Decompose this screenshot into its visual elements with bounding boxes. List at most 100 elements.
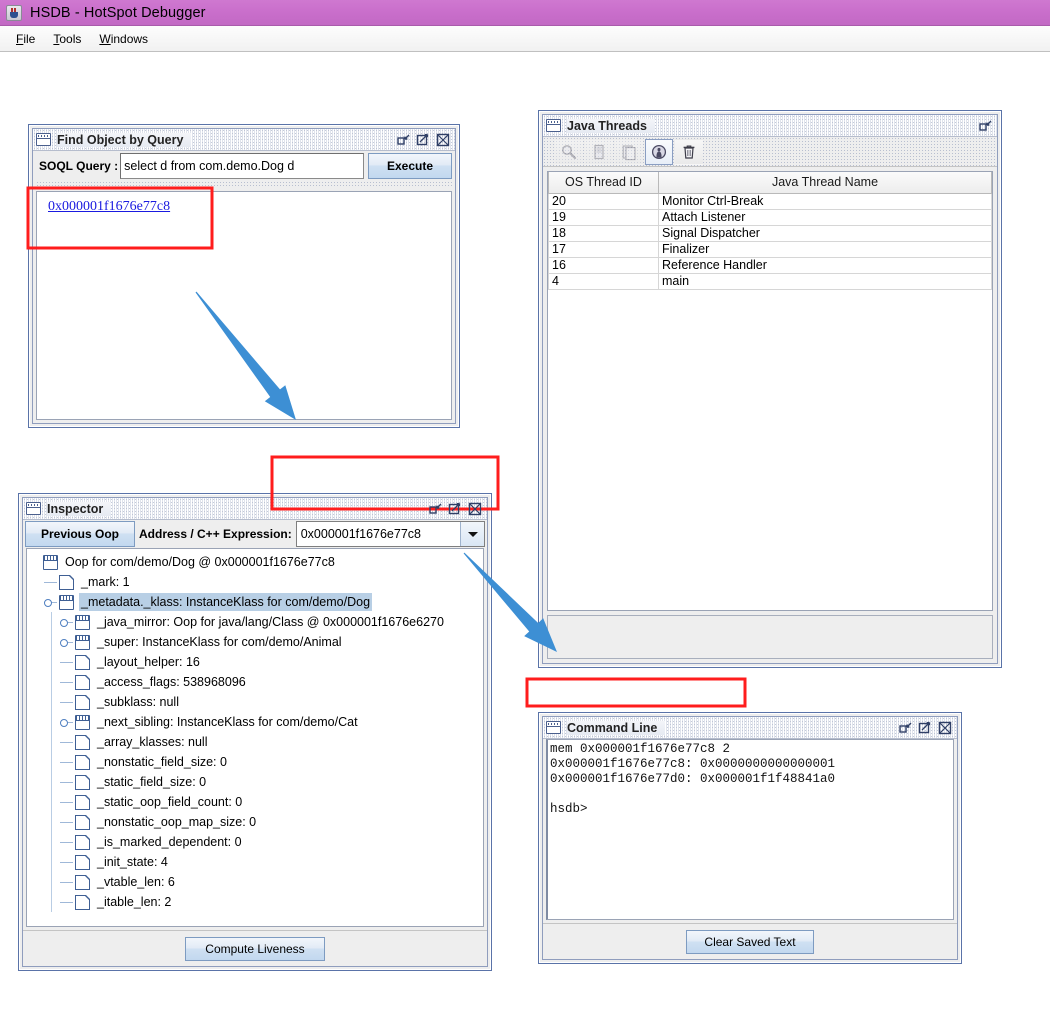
tree-row[interactable]: _super: InstanceKlass for com/demo/Anima… <box>27 632 483 652</box>
search-icon[interactable] <box>555 139 583 165</box>
tree-row[interactable]: _static_field_size: 0 <box>27 772 483 792</box>
cell-java-thread-name: Attach Listener <box>659 209 992 225</box>
tree-row-label: Oop for com/demo/Dog @ 0x000001f1676e77c… <box>63 553 337 571</box>
soql-query-input[interactable] <box>120 153 364 179</box>
tree-row[interactable]: _init_state: 4 <box>27 852 483 872</box>
tree-row[interactable]: _metadata._klass: InstanceKlass for com/… <box>27 592 483 612</box>
tree-indent <box>27 732 43 752</box>
table-row[interactable]: 16Reference Handler <box>549 257 992 273</box>
minimize-icon[interactable] <box>428 501 443 516</box>
tree-connector-icon[interactable] <box>27 552 43 572</box>
tree-row[interactable]: _nonstatic_field_size: 0 <box>27 752 483 772</box>
tree-connector-icon <box>59 872 75 892</box>
single-page-icon[interactable] <box>585 139 613 165</box>
table-row[interactable]: 19Attach Listener <box>549 209 992 225</box>
tree-row[interactable]: _access_flags: 538968096 <box>27 672 483 692</box>
tree-row-label: _array_klasses: null <box>95 733 209 751</box>
tree-folder-icon <box>75 635 90 650</box>
table-row[interactable]: 20Monitor Ctrl-Break <box>549 193 992 209</box>
window-java-threads[interactable]: Java Threads <box>538 110 1002 668</box>
tree-row[interactable]: _java_mirror: Oop for java/lang/Class @ … <box>27 612 483 632</box>
menu-file[interactable]: File <box>8 29 45 49</box>
inspector-titlebar[interactable]: Inspector <box>23 498 487 520</box>
tree-connector-icon <box>59 852 75 872</box>
tree-expand-handle-icon[interactable] <box>59 712 75 732</box>
tree-folder-icon <box>75 615 90 630</box>
tree-document-icon <box>75 835 90 850</box>
tree-row[interactable]: _next_sibling: InstanceKlass for com/dem… <box>27 712 483 732</box>
tree-connector-icon <box>59 772 75 792</box>
trash-icon[interactable] <box>675 139 703 165</box>
tree-row-label: _is_marked_dependent: 0 <box>95 833 244 851</box>
tree-indent <box>27 672 43 692</box>
find-titlebar[interactable]: Find Object by Query <box>33 129 455 151</box>
java-cup-icon <box>6 5 22 21</box>
tree-indent <box>27 712 43 732</box>
clear-saved-text-button[interactable]: Clear Saved Text <box>686 930 814 954</box>
previous-oop-button[interactable]: Previous Oop <box>25 521 135 547</box>
maximize-icon[interactable] <box>448 501 463 516</box>
tree-indent <box>43 852 59 872</box>
console-line <box>550 787 953 802</box>
column-java-thread-name[interactable]: Java Thread Name <box>659 172 992 193</box>
close-icon[interactable] <box>436 132 451 147</box>
minimize-icon[interactable] <box>396 132 411 147</box>
tree-indent <box>43 692 59 712</box>
compute-liveness-button[interactable]: Compute Liveness <box>185 937 325 961</box>
menu-tools[interactable]: Tools <box>45 29 91 49</box>
threads-table[interactable]: OS Thread ID Java Thread Name 20Monitor … <box>547 171 993 611</box>
tree-row[interactable]: Oop for com/demo/Dog @ 0x000001f1676e77c… <box>27 552 483 572</box>
command-console[interactable]: mem 0x000001f1676e77c8 20x000001f1676e77… <box>546 739 954 920</box>
threads-titlebar[interactable]: Java Threads <box>543 115 997 137</box>
minimize-icon[interactable] <box>898 720 913 735</box>
address-combobox-value[interactable]: 0x000001f1676e77c8 <box>297 522 460 546</box>
table-row[interactable]: 18Signal Dispatcher <box>549 225 992 241</box>
tree-row-label: _java_mirror: Oop for java/lang/Class @ … <box>95 613 446 631</box>
tree-indent <box>27 692 43 712</box>
result-object-link[interactable]: 0x000001f1676e77c8 <box>48 199 170 215</box>
threads-detail-panel <box>547 615 993 659</box>
tree-indent <box>27 872 43 892</box>
tree-row[interactable]: _is_marked_dependent: 0 <box>27 832 483 852</box>
tree-row[interactable]: _itable_len: 2 <box>27 892 483 912</box>
window-command-line[interactable]: Command Line mem 0x000001f1676e77c8 20x0… <box>538 712 962 964</box>
tree-row[interactable]: _layout_helper: 16 <box>27 652 483 672</box>
tree-expand-handle-icon[interactable] <box>59 612 75 632</box>
close-icon[interactable] <box>468 501 483 516</box>
oop-inspector-icon[interactable] <box>645 139 673 165</box>
inspector-tree[interactable]: Oop for com/demo/Dog @ 0x000001f1676e77c… <box>26 548 484 927</box>
chevron-down-icon[interactable] <box>460 522 484 546</box>
tree-row-label: _super: InstanceKlass for com/demo/Anima… <box>95 633 344 651</box>
tree-indent <box>43 832 59 852</box>
column-os-thread-id[interactable]: OS Thread ID <box>549 172 659 193</box>
execute-button[interactable]: Execute <box>368 153 452 179</box>
tree-expand-handle-icon[interactable] <box>59 632 75 652</box>
minimize-icon[interactable] <box>978 118 993 133</box>
tree-indent <box>43 672 59 692</box>
tree-indent <box>27 892 43 912</box>
tree-row[interactable]: _static_oop_field_count: 0 <box>27 792 483 812</box>
tree-connector-icon <box>59 672 75 692</box>
maximize-icon[interactable] <box>918 720 933 735</box>
tree-row[interactable]: _mark: 1 <box>27 572 483 592</box>
tree-indent <box>27 592 43 612</box>
find-results-pane[interactable]: 0x000001f1676e77c8 <box>36 191 452 420</box>
address-combobox[interactable]: 0x000001f1676e77c8 <box>296 521 485 547</box>
tree-indent <box>43 812 59 832</box>
tree-indent <box>43 732 59 752</box>
tree-row-label: _nonstatic_field_size: 0 <box>95 753 229 771</box>
tree-row[interactable]: _subklass: null <box>27 692 483 712</box>
table-row[interactable]: 17Finalizer <box>549 241 992 257</box>
table-row[interactable]: 4main <box>549 273 992 289</box>
menu-windows[interactable]: Windows <box>91 29 158 49</box>
tree-row[interactable]: _nonstatic_oop_map_size: 0 <box>27 812 483 832</box>
tree-expand-handle-icon[interactable] <box>43 592 59 612</box>
tree-row[interactable]: _array_klasses: null <box>27 732 483 752</box>
maximize-icon[interactable] <box>416 132 431 147</box>
command-titlebar[interactable]: Command Line <box>543 717 957 739</box>
tree-row[interactable]: _vtable_len: 6 <box>27 872 483 892</box>
close-icon[interactable] <box>938 720 953 735</box>
window-inspector[interactable]: Inspector Previous Oop Address / C <box>18 493 492 971</box>
stacked-pages-icon[interactable] <box>615 139 643 165</box>
window-find-object-by-query[interactable]: Find Object by Query SOQL Query : <box>28 124 460 428</box>
